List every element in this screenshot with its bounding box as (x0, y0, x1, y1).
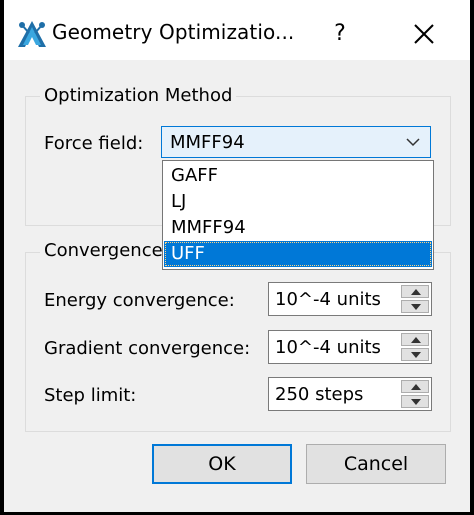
arrow-up-icon (411, 337, 421, 343)
spin-buttons (401, 380, 429, 408)
decrement-button[interactable] (401, 348, 429, 361)
energy-convergence-spinbox[interactable]: 10^-4 units (268, 282, 432, 316)
step-limit-label: Step limit: (44, 385, 137, 406)
geometry-optimization-dialog: Geometry Optimizatio... ? Optimization M… (4, 0, 470, 512)
force-field-select[interactable]: MMFF94 (161, 126, 431, 158)
step-limit-value: 250 steps (275, 384, 364, 405)
increment-button[interactable] (401, 380, 429, 393)
help-button[interactable]: ? (322, 16, 358, 52)
decrement-button[interactable] (401, 395, 429, 408)
title-bar[interactable]: Geometry Optimizatio... ? (4, 0, 470, 60)
option-gaff[interactable]: GAFF (164, 163, 432, 189)
energy-convergence-label: Energy convergence: (44, 290, 235, 311)
option-lj[interactable]: LJ (164, 189, 432, 215)
arrow-up-icon (411, 384, 421, 390)
spin-buttons (401, 333, 429, 361)
option-mmff94[interactable]: MMFF94 (164, 215, 432, 241)
option-uff[interactable]: UFF (164, 241, 432, 267)
gradient-convergence-label: Gradient convergence: (44, 338, 251, 359)
force-field-value: MMFF94 (170, 132, 245, 153)
avogadro-logo-icon (18, 21, 46, 47)
gradient-convergence-value: 10^-4 units (275, 337, 381, 358)
force-field-label: Force field: (44, 133, 144, 154)
ok-button[interactable]: OK (152, 444, 292, 484)
arrow-down-icon (411, 352, 421, 358)
gradient-convergence-spinbox[interactable]: 10^-4 units (268, 330, 432, 364)
close-icon[interactable] (408, 18, 440, 50)
step-limit-spinbox[interactable]: 250 steps (268, 377, 432, 411)
window-title: Geometry Optimizatio... (52, 20, 295, 44)
chevron-down-icon (406, 138, 420, 147)
convergence-title: Convergence (40, 240, 167, 261)
increment-button[interactable] (401, 285, 429, 298)
cancel-button[interactable]: Cancel (306, 444, 446, 484)
arrow-down-icon (411, 304, 421, 310)
energy-convergence-value: 10^-4 units (275, 289, 381, 310)
spin-buttons (401, 285, 429, 313)
force-field-dropdown-list: GAFF LJ MMFF94 UFF (162, 160, 434, 270)
decrement-button[interactable] (401, 300, 429, 313)
optimization-method-title: Optimization Method (40, 85, 237, 106)
arrow-up-icon (411, 289, 421, 295)
arrow-down-icon (411, 399, 421, 405)
increment-button[interactable] (401, 333, 429, 346)
